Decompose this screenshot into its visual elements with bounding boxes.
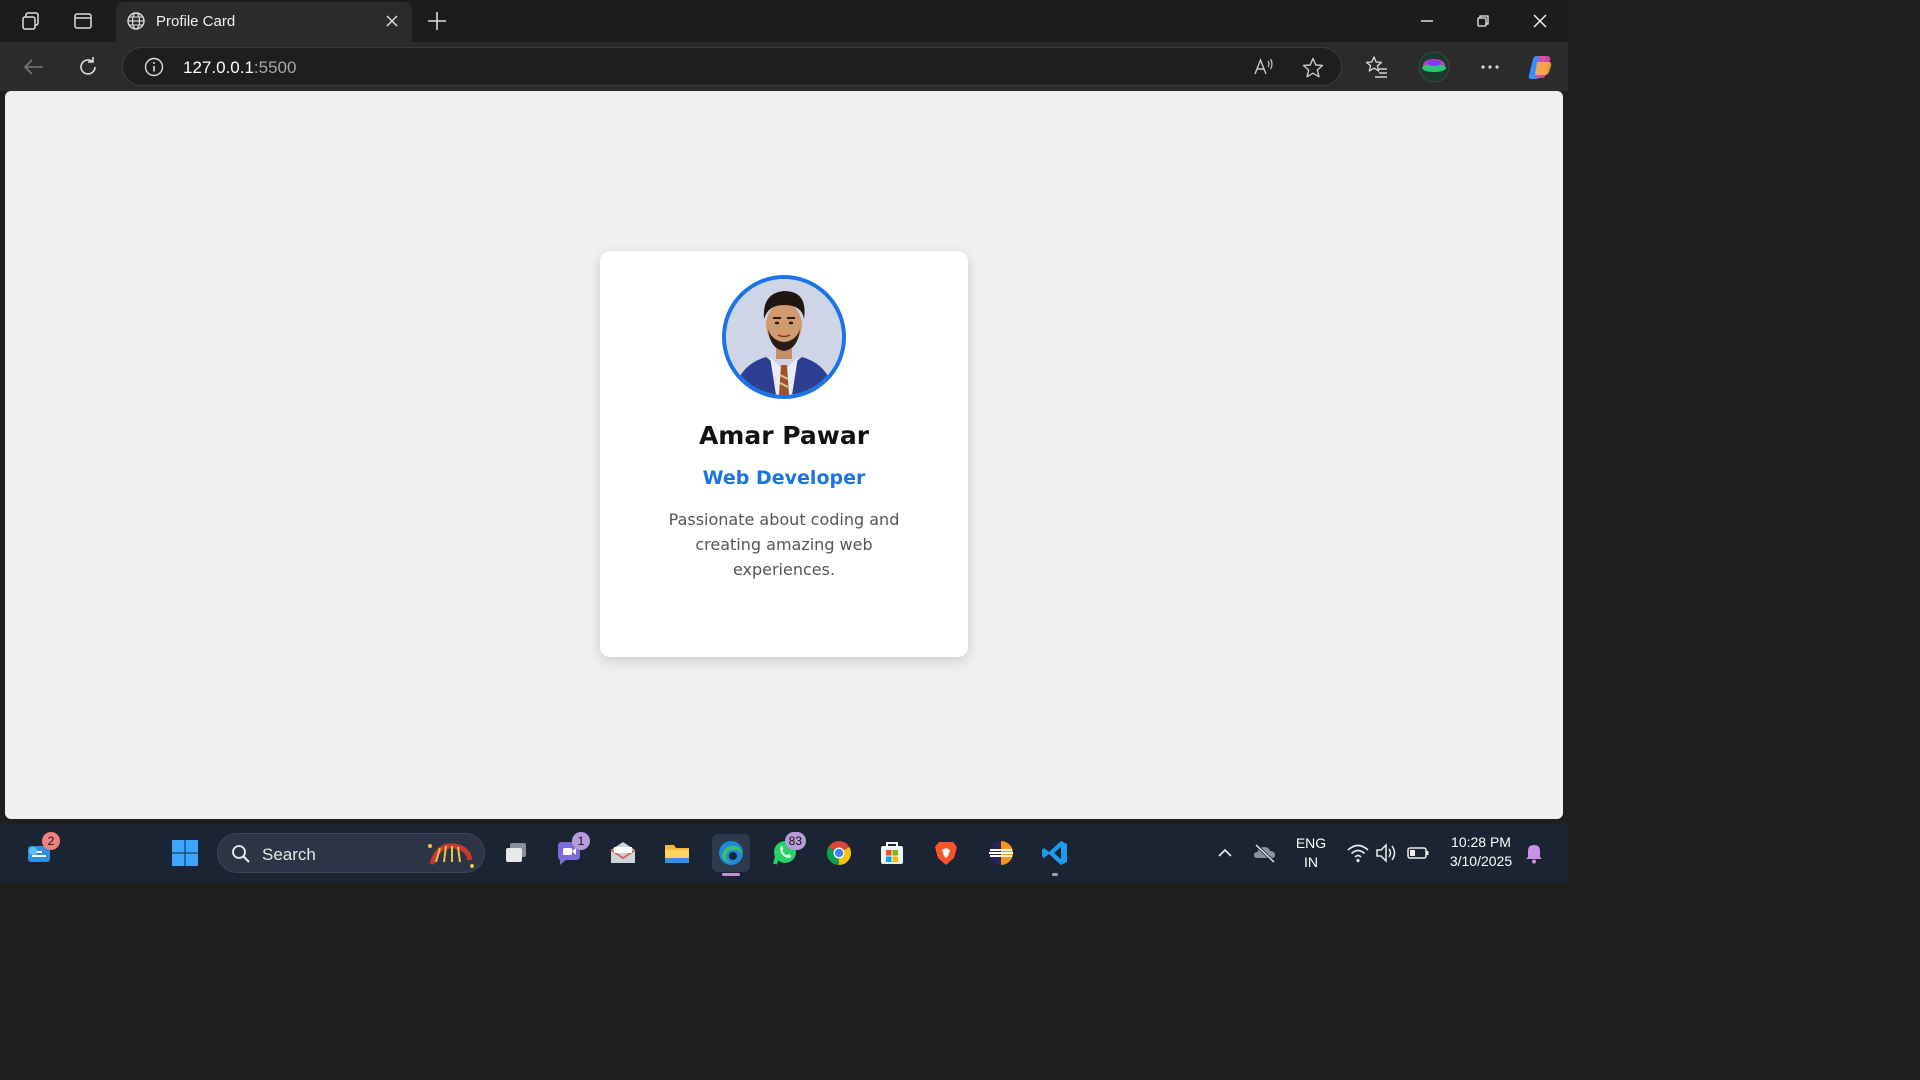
- copilot-icon[interactable]: [1525, 52, 1555, 82]
- teams-chat-icon[interactable]: 1: [550, 832, 590, 872]
- windows-taskbar: 2 Search 1 83 ENG IN 10:28 PM 3/10/2025: [0, 824, 1568, 882]
- profile-card: Amar Pawar Web Developer Passionate abou…: [600, 251, 968, 657]
- favorites-icon[interactable]: [1364, 54, 1390, 80]
- more-options-icon[interactable]: [1477, 54, 1503, 80]
- clock-time[interactable]: 10:28 PM: [1440, 834, 1522, 850]
- close-tab-icon[interactable]: [382, 11, 402, 31]
- clock-date[interactable]: 3/10/2025: [1440, 853, 1522, 869]
- search-label: Search: [262, 845, 316, 864]
- brave-browser-icon[interactable]: [927, 834, 965, 872]
- mail-icon[interactable]: [604, 834, 642, 872]
- tab-title: Profile Card: [156, 13, 236, 30]
- workspaces-icon[interactable]: [18, 8, 44, 34]
- browser-toolbar: 127.0.0.1:5500: [0, 42, 1568, 91]
- chevron-up-icon[interactable]: [1214, 842, 1236, 864]
- profile-role: Web Developer: [702, 467, 866, 489]
- new-tab-icon[interactable]: [424, 8, 450, 34]
- wifi-icon[interactable]: [1345, 840, 1371, 866]
- read-aloud-icon[interactable]: [1252, 56, 1276, 78]
- refresh-icon[interactable]: [75, 54, 101, 80]
- volume-icon[interactable]: [1374, 840, 1400, 866]
- battery-icon[interactable]: [1405, 840, 1431, 866]
- page-viewport: Amar Pawar Web Developer Passionate abou…: [5, 91, 1563, 819]
- profile-name: Amar Pawar: [698, 421, 870, 450]
- restore-icon[interactable]: [1470, 8, 1496, 34]
- url-port: :5500: [253, 58, 297, 77]
- search-icon: [231, 844, 251, 864]
- browser-title-bar: Profile Card: [0, 0, 1568, 42]
- taskbar-search-box[interactable]: Search: [217, 833, 485, 873]
- tab-profile-card[interactable]: Profile Card: [116, 2, 412, 42]
- favorite-star-icon[interactable]: [1301, 56, 1325, 80]
- notification-bell-icon[interactable]: [1522, 841, 1546, 865]
- whatsapp-badge: 83: [784, 832, 806, 850]
- chrome-icon[interactable]: [820, 834, 858, 872]
- back-arrow-icon[interactable]: [21, 54, 47, 80]
- task-view-icon[interactable]: [497, 834, 535, 872]
- profile-bio: Passionate about coding and creating ama…: [668, 510, 900, 579]
- file-explorer-icon[interactable]: [658, 834, 696, 872]
- profile-photo: [722, 275, 846, 399]
- active-app-indicator: [722, 873, 740, 876]
- profile-avatar-icon[interactable]: [1418, 51, 1450, 83]
- input-region[interactable]: IN: [1290, 854, 1332, 870]
- url-text[interactable]: 127.0.0.1:5500: [183, 58, 296, 78]
- minimize-icon[interactable]: [1414, 8, 1440, 34]
- microsoft-store-icon[interactable]: [873, 834, 911, 872]
- site-info-icon[interactable]: [143, 56, 165, 78]
- widgets-badge: 2: [42, 832, 60, 850]
- whatsapp-icon[interactable]: 83: [766, 832, 806, 872]
- running-app-indicator: [1052, 873, 1058, 876]
- search-highlight-icon: [424, 838, 476, 870]
- url-host: 127.0.0.1: [183, 58, 254, 77]
- edge-browser-icon[interactable]: [712, 834, 750, 872]
- input-language[interactable]: ENG: [1290, 835, 1332, 851]
- globe-icon: [126, 11, 146, 31]
- close-window-icon[interactable]: [1527, 8, 1553, 34]
- widgets-icon[interactable]: 2: [20, 832, 60, 872]
- teams-badge: 1: [572, 832, 590, 850]
- onedrive-offline-icon[interactable]: [1252, 840, 1278, 866]
- eclipse-ide-icon[interactable]: [982, 834, 1020, 872]
- start-button[interactable]: [166, 834, 204, 872]
- vscode-icon[interactable]: [1036, 834, 1074, 872]
- tab-actions-icon[interactable]: [70, 8, 96, 34]
- address-bar[interactable]: 127.0.0.1:5500: [122, 47, 1342, 86]
